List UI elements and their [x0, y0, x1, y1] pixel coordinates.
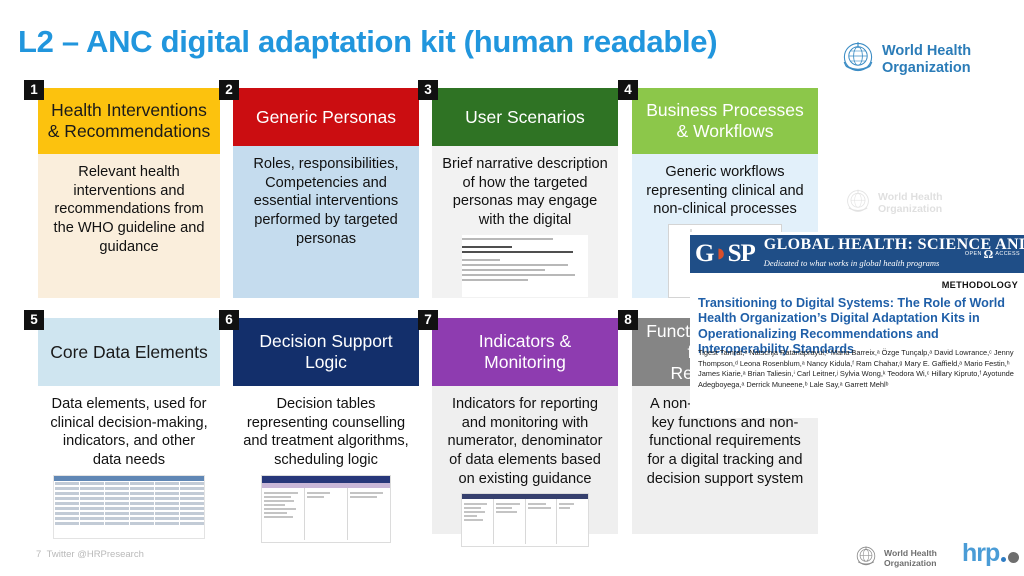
hrp-blue-dot-icon — [1001, 557, 1007, 563]
card-body: Indicators for reporting and monitoring … — [432, 386, 618, 548]
card-header: User Scenarios — [432, 88, 618, 146]
journal-article-overlay: G◗SP GLOBAL HEALTH: SCIENCE AND PRACTICE… — [690, 232, 1024, 418]
component-card-health-interventions[interactable]: 1 Health Interventions & Recommendations… — [24, 80, 220, 298]
spreadsheet-thumbnail-icon — [53, 474, 205, 539]
slide-canvas: L2 – ANC digital adaptation kit (human r… — [0, 0, 1024, 576]
ghsp-journal-banner: G◗SP GLOBAL HEALTH: SCIENCE AND PRACTICE… — [690, 235, 1024, 273]
card-number-badge: 3 — [418, 80, 438, 100]
journal-tagline: Dedicated to what works in global health… — [763, 258, 940, 268]
open-access-icon: Ω — [983, 247, 994, 261]
card-number-badge: 1 — [24, 80, 44, 100]
who-logo-footer-text: World Health Organization — [884, 547, 937, 568]
decision-table-thumbnail-icon — [261, 474, 391, 543]
component-card-user-scenarios[interactable]: 3 User Scenarios Brief narrative descrip… — [418, 80, 618, 298]
who-logo-text: World Health Organization — [882, 43, 972, 76]
card-body-text: Relevant health interventions and recomm… — [38, 154, 220, 298]
ghsp-logo-icon: G◗SP — [695, 240, 756, 267]
card-body-text: Indicators for reporting and monitoring … — [447, 396, 603, 487]
card-header: Decision Support Logic — [233, 318, 419, 386]
who-logo-watermark: World Health Organization — [845, 188, 943, 219]
component-card-indicators-monitoring[interactable]: 7 Indicators & Monitoring Indicators for… — [418, 310, 618, 548]
card-header: Health Interventions & Recommendations — [38, 88, 220, 154]
card-body: Decision tables representing counselling… — [233, 386, 419, 543]
card-body-text: Generic workflows representing clinical … — [646, 164, 804, 218]
card-body-text: Brief narrative description of how the t… — [442, 156, 608, 229]
footer-note: 7 Twitter @HRPresearch — [36, 549, 144, 560]
indicator-table-thumbnail-icon — [461, 493, 589, 548]
card-number-badge: 4 — [618, 80, 638, 100]
card-header: Business Processes & Workflows — [632, 88, 818, 154]
card-header: Core Data Elements — [38, 318, 220, 386]
card-number-badge: 2 — [219, 80, 239, 100]
who-logo-watermark-text: World Health Organization — [878, 190, 943, 215]
card-header: Indicators & Monitoring — [432, 318, 618, 386]
card-body-text: Decision tables representing counselling… — [243, 396, 409, 469]
card-body-text: Roles, responsibilities, Competencies an… — [233, 146, 419, 298]
card-body: Brief narrative description of how the t… — [432, 146, 618, 298]
card-body-text: Data elements, used for clinical decisio… — [50, 396, 208, 469]
card-number-badge: 8 — [618, 310, 638, 330]
twitter-handle: Twitter @HRPresearch — [46, 549, 144, 560]
document-thumbnail-icon — [462, 234, 588, 297]
slide-number: 7 — [36, 549, 42, 560]
card-number-badge: 6 — [219, 310, 239, 330]
page-title: L2 – ANC digital adaptation kit (human r… — [18, 24, 718, 59]
article-authors: Tigest Tamrat,ᵃ Natschja Ratanaprayul,ᵇ … — [698, 348, 1014, 389]
component-card-decision-support-logic[interactable]: 6 Decision Support Logic Decision tables… — [219, 310, 419, 543]
card-body: Data elements, used for clinical decisio… — [38, 386, 220, 539]
hrp-wordmark: hrp — [962, 539, 1000, 567]
card-number-badge: 5 — [24, 310, 44, 330]
hrp-logo: hrp — [962, 539, 1020, 567]
article-section-label: METHODOLOGY — [941, 280, 1018, 290]
who-emblem-icon — [841, 40, 875, 79]
hrp-gray-dot-icon — [1008, 552, 1020, 564]
who-logo-footer: World Health Organization — [855, 545, 937, 572]
open-access-badge: OPEN Ω ACCESS — [964, 247, 1020, 261]
card-number-badge: 7 — [418, 310, 438, 330]
who-emblem-icon-footer — [855, 545, 877, 572]
component-card-core-data-elements[interactable]: 5 Core Data Elements Data elements, used… — [24, 310, 220, 539]
who-emblem-icon-watermark — [845, 188, 871, 219]
who-logo-header: World Health Organization — [841, 40, 971, 79]
card-header: Generic Personas — [233, 88, 419, 146]
component-card-generic-personas[interactable]: 2 Generic Personas Roles, responsibiliti… — [219, 80, 419, 298]
